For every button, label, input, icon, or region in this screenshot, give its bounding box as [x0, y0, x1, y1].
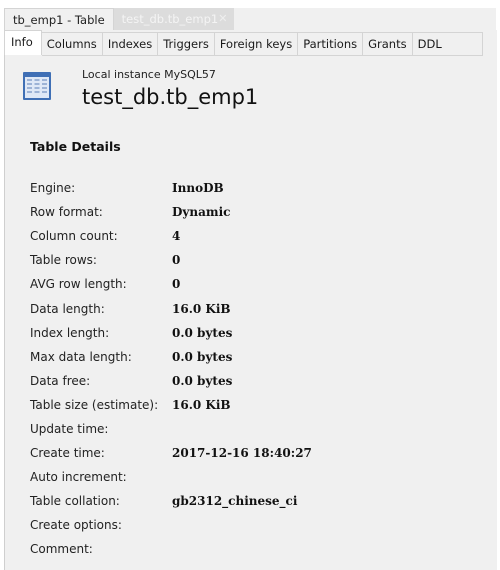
detail-label: Comment: [30, 542, 93, 557]
detail-row-table-size: Table size (estimate): 16.0 KiB [30, 393, 312, 417]
detail-row-column-count: Column count: 4 [30, 224, 312, 248]
document-tab-label: test_db.tb_emp1 [121, 12, 219, 26]
info-panel: Local instance MySQL57 test_db.tb_emp1 T… [10, 57, 496, 570]
detail-label: Create options: [30, 518, 122, 533]
detail-label: Data length: [30, 301, 105, 316]
detail-label: Data free: [30, 373, 91, 388]
tab-foreign-keys[interactable]: Foreign keys [214, 32, 299, 56]
table-icon [23, 72, 51, 100]
detail-row-row-format: Row format: Dynamic [30, 200, 312, 224]
detail-label: Create time: [30, 446, 105, 461]
detail-row-index-length: Index length: 0.0 bytes [30, 321, 312, 345]
detail-value: InnoDB [172, 181, 224, 196]
detail-value: 16.0 KiB [172, 397, 231, 412]
detail-label: Table rows: [30, 253, 97, 268]
detail-label: Engine: [30, 181, 76, 196]
detail-row-create-time: Create time: 2017-12-16 18:40:27 [30, 441, 312, 465]
detail-row-table-rows: Table rows: 0 [30, 248, 312, 272]
detail-row-comment: Comment: [30, 537, 312, 561]
detail-row-data-length: Data length: 16.0 KiB [30, 296, 312, 320]
tab-ddl[interactable]: DDL [412, 32, 483, 56]
detail-value: 0.0 bytes [172, 373, 233, 388]
tab-indexes[interactable]: Indexes [102, 32, 159, 56]
detail-value: 16.0 KiB [172, 301, 231, 316]
detail-label: Update time: [30, 421, 109, 436]
close-icon[interactable]: ✕ [218, 8, 227, 30]
section-title: Table Details [30, 139, 121, 154]
detail-row-table-collation: Table collation: gb2312_chinese_ci [30, 489, 312, 513]
detail-row-data-free: Data free: 0.0 bytes [30, 369, 312, 393]
document-tab-query[interactable]: test_db.tb_emp1 ✕ [113, 8, 234, 30]
detail-label: AVG row length: [30, 277, 127, 292]
detail-row-update-time: Update time: [30, 417, 312, 441]
document-tabs: tb_emp1 - Table test_db.tb_emp1 ✕ [4, 8, 234, 30]
detail-value: Dynamic [172, 205, 231, 220]
detail-value: 0.0 bytes [172, 349, 233, 364]
detail-value: gb2312_chinese_ci [172, 494, 298, 509]
detail-value: 2017-12-16 18:40:27 [172, 446, 312, 461]
detail-value: 0 [172, 253, 181, 268]
detail-row-max-data-length: Max data length: 0.0 bytes [30, 345, 312, 369]
detail-row-create-options: Create options: [30, 513, 312, 537]
detail-label: Row format: [30, 205, 103, 220]
instance-name: Local instance MySQL57 [82, 68, 216, 81]
tab-info[interactable]: Info [4, 30, 42, 55]
inspector-tabs: Info Columns Indexes Triggers Foreign ke… [4, 30, 483, 56]
detail-value: 0 [172, 277, 181, 292]
details-list: Engine: InnoDB Row format: Dynamic Column … [30, 176, 312, 562]
detail-label: Table collation: [30, 494, 120, 509]
detail-row-avg-row-length: AVG row length: 0 [30, 272, 312, 296]
detail-value: 4 [172, 229, 181, 244]
table-title: test_db.tb_emp1 [82, 85, 259, 109]
detail-label: Table size (estimate): [30, 397, 159, 412]
detail-label: Auto increment: [30, 470, 127, 485]
detail-row-engine: Engine: InnoDB [30, 176, 312, 200]
tab-triggers[interactable]: Triggers [158, 32, 215, 56]
detail-row-auto-increment: Auto increment: [30, 465, 312, 489]
detail-label: Max data length: [30, 349, 132, 364]
detail-label: Index length: [30, 325, 110, 340]
tab-columns[interactable]: Columns [41, 32, 103, 56]
document-tab-table[interactable]: tb_emp1 - Table [4, 8, 114, 30]
tab-grants[interactable]: Grants [363, 32, 413, 56]
tab-partitions[interactable]: Partitions [298, 32, 364, 56]
detail-label: Column count: [30, 229, 118, 244]
detail-value: 0.0 bytes [172, 325, 233, 340]
